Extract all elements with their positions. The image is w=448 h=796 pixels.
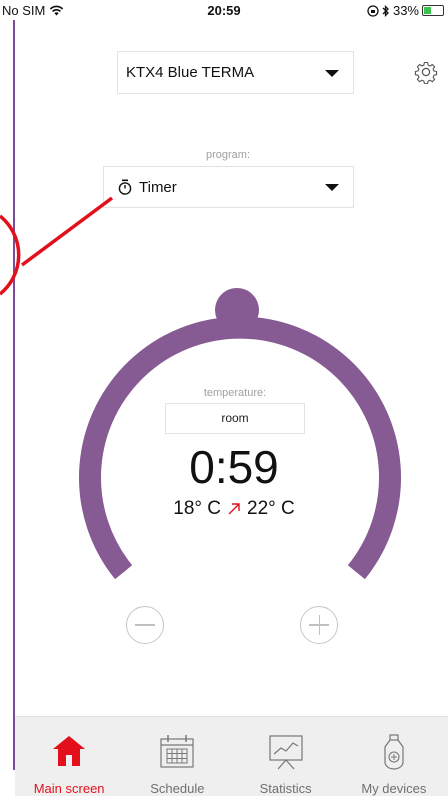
tab-my-devices[interactable]: My devices bbox=[340, 717, 448, 796]
temperature-range: 18° C 22° C bbox=[134, 498, 334, 520]
rotation-lock-icon bbox=[367, 4, 379, 17]
tab-main-screen[interactable]: Main screen bbox=[15, 717, 123, 796]
tab-label: Statistics bbox=[259, 781, 312, 796]
chart-icon bbox=[269, 735, 303, 770]
caret-down-icon bbox=[325, 69, 339, 77]
battery-fill bbox=[424, 7, 431, 14]
status-right-group: 33% bbox=[367, 3, 444, 18]
caret-down-icon bbox=[325, 184, 339, 191]
temperature-label: temperature: bbox=[203, 387, 267, 399]
tab-statistics[interactable]: Statistics bbox=[232, 717, 340, 796]
frame-border-left bbox=[13, 10, 15, 770]
temperature-mode: room bbox=[165, 403, 305, 434]
tab-label: Schedule bbox=[150, 781, 205, 796]
arrow-up-right-icon bbox=[228, 503, 240, 515]
tab-label: My devices bbox=[361, 781, 427, 796]
program-selected: Timer bbox=[139, 178, 177, 196]
battery-icon bbox=[422, 5, 444, 16]
home-icon bbox=[53, 736, 86, 766]
bluetooth-icon bbox=[382, 4, 389, 17]
tab-schedule[interactable]: Schedule bbox=[123, 717, 231, 796]
tab-label: Main screen bbox=[33, 781, 105, 796]
gear-icon[interactable] bbox=[414, 60, 438, 84]
minus-circle-icon[interactable] bbox=[126, 606, 164, 644]
dial-handle bbox=[215, 288, 259, 332]
plus-circle-icon[interactable] bbox=[300, 606, 338, 644]
battery-percent: 33% bbox=[392, 3, 419, 18]
device-icon bbox=[384, 734, 404, 770]
tab-bar: Main screen Schedule Statistics My devic… bbox=[15, 716, 448, 796]
status-bar: No SIM 20:59 33% bbox=[0, 0, 448, 20]
program-dropdown[interactable]: Timer bbox=[103, 166, 354, 208]
from-temperature: 18° C bbox=[173, 498, 221, 519]
to-temperature: 22° C bbox=[247, 498, 295, 519]
program-label: program: bbox=[205, 149, 251, 161]
timer-value: 0:59 bbox=[189, 441, 279, 493]
calendar-icon bbox=[160, 735, 194, 768]
device-dropdown[interactable]: KTX4 Blue TERMA bbox=[117, 51, 354, 94]
device-name: KTX4 Blue TERMA bbox=[126, 64, 255, 81]
